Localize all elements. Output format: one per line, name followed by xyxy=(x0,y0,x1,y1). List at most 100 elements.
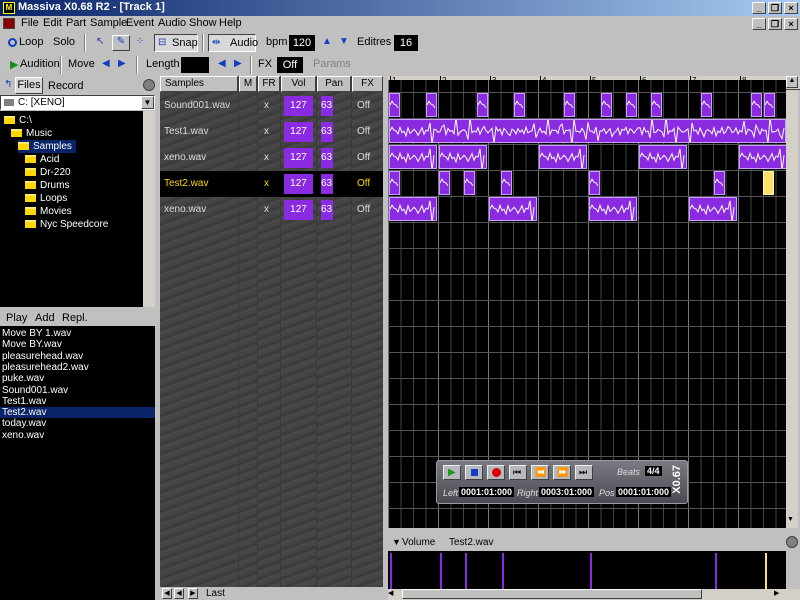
hscroll-right-icon[interactable]: ▶ xyxy=(774,589,779,597)
file-item[interactable]: puke.wav xyxy=(0,373,155,384)
maximize-button[interactable]: ❐ xyxy=(768,2,782,14)
pattern-block[interactable] xyxy=(439,145,487,169)
close-button[interactable]: × xyxy=(784,2,798,14)
tree-folder[interactable]: Music xyxy=(11,127,56,140)
volume-knob[interactable]: 127 xyxy=(284,200,313,220)
grid-vscroll[interactable]: ▼ xyxy=(786,90,798,528)
pencil-icon[interactable]: ✎ xyxy=(112,35,130,51)
move-left-icon[interactable]: ◀ xyxy=(102,58,110,69)
volume-bar[interactable] xyxy=(465,553,467,589)
pattern-block[interactable] xyxy=(626,93,637,117)
tree-folder[interactable]: Dr-220 xyxy=(25,166,75,179)
panel-toggle-icon[interactable] xyxy=(143,79,155,91)
pattern-block[interactable] xyxy=(389,171,400,195)
fx-slot[interactable]: Off xyxy=(357,152,370,163)
minimize-button[interactable]: _ xyxy=(752,2,766,14)
volume-knob[interactable]: 127 xyxy=(284,174,313,194)
pattern-block[interactable] xyxy=(477,93,488,117)
move-right-icon[interactable]: ▶ xyxy=(118,58,126,69)
volume-bar[interactable] xyxy=(390,553,392,589)
pattern-block[interactable] xyxy=(489,197,537,221)
volume-knob[interactable]: 127 xyxy=(284,122,313,142)
pointer-icon[interactable]: ↖ xyxy=(96,36,104,47)
pattern-block[interactable] xyxy=(539,145,587,169)
pan-knob[interactable]: 63 xyxy=(321,200,333,220)
nav-last-button[interactable]: Last xyxy=(206,588,225,599)
tree-folder[interactable]: Loops xyxy=(25,192,71,205)
pattern-block[interactable] xyxy=(514,93,525,117)
volume-bar[interactable] xyxy=(440,553,442,589)
header-fx[interactable]: FX xyxy=(352,76,383,92)
fr-toggle[interactable]: x xyxy=(264,152,269,163)
chevron-down-icon[interactable]: ▼ xyxy=(141,96,154,109)
ruler-scroll-up-icon[interactable]: ▲ xyxy=(786,76,798,88)
solo-button[interactable]: Solo xyxy=(53,36,75,48)
child-close-button[interactable]: × xyxy=(784,18,798,30)
pattern-block[interactable] xyxy=(589,171,600,195)
fr-toggle[interactable]: x xyxy=(264,126,269,137)
pattern-block[interactable] xyxy=(389,119,786,143)
pattern-block[interactable] xyxy=(389,197,437,221)
file-item[interactable]: Test2.wav xyxy=(0,407,155,419)
pattern-block[interactable] xyxy=(589,197,637,221)
bpm-down-icon[interactable]: ▼ xyxy=(339,36,349,47)
fast-forward-icon[interactable]: ⏩ xyxy=(553,465,571,480)
tree-folder[interactable]: Acid xyxy=(25,153,63,166)
pan-knob[interactable]: 63 xyxy=(321,174,333,194)
pan-knob[interactable]: 63 xyxy=(321,148,333,168)
fx-slot[interactable]: Off xyxy=(357,178,370,189)
header-samples[interactable]: Samples xyxy=(160,76,238,92)
tree-folder[interactable]: Nyc Speedcore xyxy=(25,218,112,231)
tree-scrollbar[interactable] xyxy=(143,111,155,307)
hscroll-left-icon[interactable]: ◀ xyxy=(388,589,398,599)
stop-icon[interactable] xyxy=(465,465,483,480)
length-value[interactable] xyxy=(181,57,209,73)
menu-sample[interactable]: Sample xyxy=(90,17,127,29)
menu-audio[interactable]: Audio xyxy=(158,17,186,29)
play-icon[interactable]: ▶ xyxy=(443,465,461,480)
pattern-block[interactable] xyxy=(389,93,400,117)
header-vol[interactable]: Vol xyxy=(281,76,316,92)
fr-toggle[interactable]: x xyxy=(264,178,269,189)
pan-knob[interactable]: 63 xyxy=(321,122,333,142)
file-item[interactable]: xeno.wav xyxy=(0,430,155,441)
tab-record[interactable]: Record xyxy=(48,80,83,92)
file-item[interactable]: Move BY 1.wav xyxy=(0,328,155,339)
fx-value[interactable]: Off xyxy=(277,57,303,73)
nav-prev-icon[interactable]: ◀ xyxy=(174,588,184,599)
sample-row[interactable]: xeno.wav x 127 63 Off xyxy=(160,145,383,171)
pattern-block[interactable] xyxy=(764,93,775,117)
fx-slot[interactable]: Off xyxy=(357,126,370,137)
volume-toggle-icon[interactable] xyxy=(786,536,798,548)
tree-folder[interactable]: Samples xyxy=(18,140,76,153)
loop-button[interactable]: Loop xyxy=(19,36,43,48)
pattern-block[interactable] xyxy=(751,93,762,117)
file-item[interactable]: pleasurehead2.wav xyxy=(0,362,155,373)
bpm-up-icon[interactable]: ▲ xyxy=(322,36,332,47)
play-button[interactable]: Play xyxy=(6,312,27,324)
left-locator[interactable]: 0001:01:000 xyxy=(459,487,515,497)
menu-edit[interactable]: Edit xyxy=(43,17,62,29)
add-button[interactable]: Add xyxy=(35,312,55,324)
fx-slot[interactable]: Off xyxy=(357,100,370,111)
drive-select[interactable]: C: [XENO] ▼ xyxy=(0,95,155,110)
pattern-block[interactable] xyxy=(439,171,450,195)
pattern-block[interactable] xyxy=(426,93,437,117)
file-item[interactable]: Sound001.wav xyxy=(0,385,155,396)
snap-toggle[interactable]: ⊟ Snap xyxy=(154,34,198,52)
menu-event[interactable]: Event xyxy=(126,17,154,29)
pattern-block[interactable] xyxy=(639,145,687,169)
record-icon[interactable] xyxy=(487,465,505,480)
sample-row[interactable]: Sound001.wav x 127 63 Off xyxy=(160,93,383,119)
sample-row[interactable]: Test1.wav x 127 63 Off xyxy=(160,119,383,145)
tree-folder[interactable]: Movies xyxy=(25,205,76,218)
child-restore-button[interactable]: ❐ xyxy=(768,18,782,30)
nav-next-icon[interactable]: ▶ xyxy=(188,588,198,599)
rewind-icon[interactable]: ⏪ xyxy=(531,465,549,480)
audio-toggle[interactable]: ⇹ Audio xyxy=(208,34,258,52)
nav-first-icon[interactable]: ◀ xyxy=(162,588,172,599)
sample-row[interactable]: Test2.wav x 127 63 Off xyxy=(160,171,383,197)
pattern-block[interactable] xyxy=(389,145,437,169)
pattern-block[interactable] xyxy=(651,93,662,117)
menu-show[interactable]: Show xyxy=(189,17,217,29)
